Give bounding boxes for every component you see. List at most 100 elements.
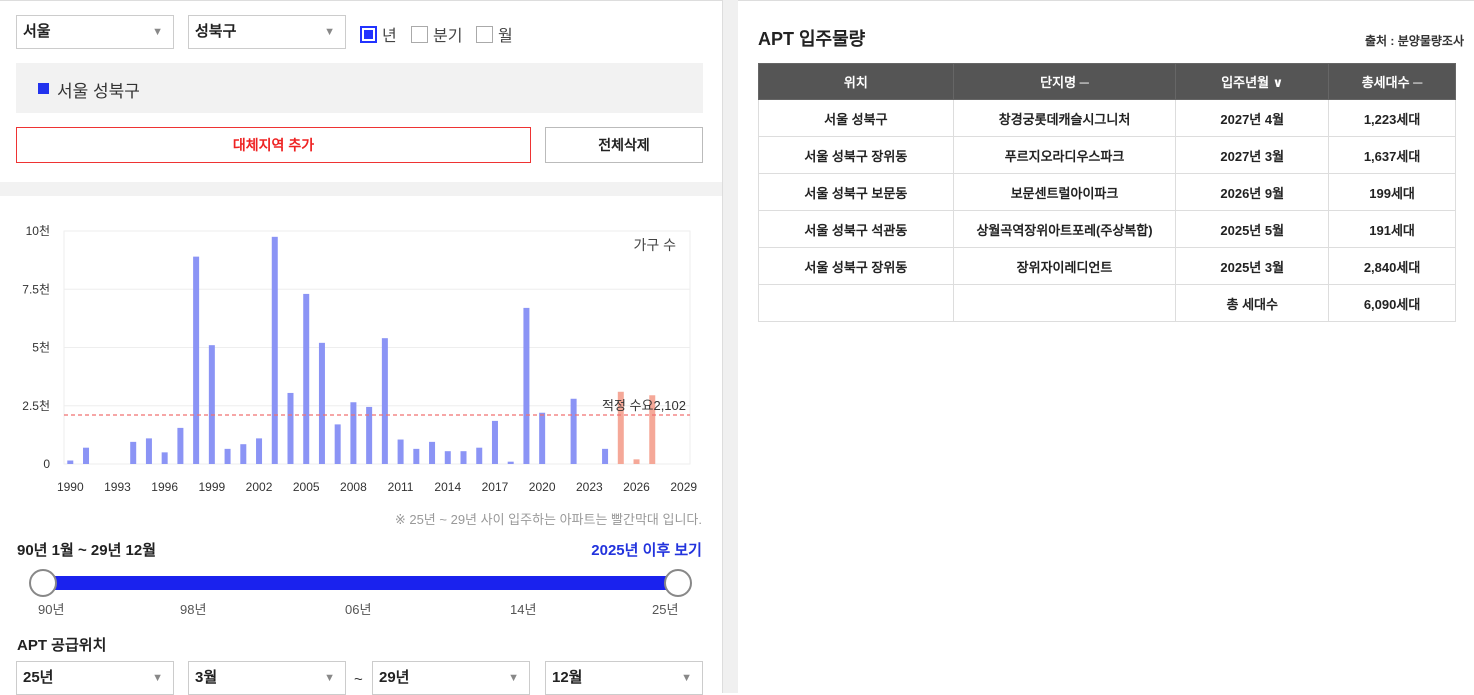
from-month-select[interactable]: 3월 ▼ bbox=[188, 661, 346, 695]
bar bbox=[444, 451, 451, 464]
bar bbox=[240, 444, 247, 464]
chevron-down-icon: ▼ bbox=[681, 672, 692, 684]
from-year-value: 25년 bbox=[23, 669, 54, 686]
period-year-checkbox[interactable]: 년 bbox=[360, 22, 397, 46]
from-year-select[interactable]: 25년 ▼ bbox=[16, 661, 174, 695]
cell-empty bbox=[952, 284, 1177, 322]
header-move-in-date[interactable]: 입주년월 ∨ bbox=[1175, 63, 1330, 100]
bar bbox=[67, 460, 74, 464]
cell-location: 서울 성북구 장위동 bbox=[758, 247, 954, 285]
city-select[interactable]: 서울 ▼ bbox=[16, 15, 174, 49]
bar bbox=[83, 447, 90, 464]
slider-tick: 90년 bbox=[38, 602, 65, 617]
cell-move-in-date: 2027년 3월 bbox=[1175, 136, 1330, 174]
x-tick-label: 1990 bbox=[57, 480, 84, 494]
bar bbox=[476, 447, 483, 464]
chevron-down-icon: ▼ bbox=[152, 26, 163, 38]
table-header-row: 위치 단지명 ─ 입주년월 ∨ 총세대수 ─ bbox=[758, 63, 1456, 100]
delete-all-button[interactable]: 전체삭제 bbox=[545, 127, 703, 163]
table-row[interactable]: 서울 성북구 장위동 장위자이레디언트 2025년 3월 2,840세대 bbox=[758, 247, 1456, 285]
cell-empty bbox=[758, 284, 954, 322]
district-select[interactable]: 성북구 ▼ bbox=[188, 15, 346, 49]
cell-total-label: 총 세대수 bbox=[1175, 284, 1330, 322]
period-month-label: 월 bbox=[498, 28, 513, 45]
cell-location: 서울 성북구 보문동 bbox=[758, 173, 954, 211]
header-complex-name[interactable]: 단지명 ─ bbox=[952, 63, 1177, 100]
cell-households: 199세대 bbox=[1328, 173, 1456, 211]
period-year-label: 년 bbox=[382, 28, 397, 45]
cell-households: 1,223세대 bbox=[1328, 99, 1456, 137]
x-tick-label: 1993 bbox=[104, 480, 131, 494]
to-year-select[interactable]: 29년 ▼ bbox=[372, 661, 530, 695]
x-tick-label: 2002 bbox=[246, 480, 273, 494]
table-row[interactable]: 서울 성북구 석관동 상월곡역장위아트포레(주상복합) 2025년 5월 191… bbox=[758, 210, 1456, 248]
bar bbox=[507, 461, 514, 464]
chart-legend: 가구 수 bbox=[633, 237, 676, 253]
x-tick-label: 1996 bbox=[151, 480, 178, 494]
bar bbox=[429, 441, 436, 464]
slider-tick: 06년 bbox=[345, 602, 372, 617]
y-tick-label: 7.5천 bbox=[22, 281, 50, 296]
bar bbox=[334, 424, 341, 464]
slider-start-handle[interactable] bbox=[29, 569, 57, 597]
view-after-2025-link[interactable]: 2025년 이후 보기 bbox=[591, 539, 702, 560]
bar bbox=[271, 236, 278, 464]
cell-complex-name: 보문센트럴아이파크 bbox=[952, 173, 1177, 211]
chevron-down-icon: ▼ bbox=[324, 672, 335, 684]
period-quarter-checkbox[interactable]: 분기 bbox=[411, 22, 462, 46]
cell-households: 191세대 bbox=[1328, 210, 1456, 248]
cell-complex-name: 상월곡역장위아트포레(주상복합) bbox=[952, 210, 1177, 248]
table-row[interactable]: 서울 성북구 창경궁롯데캐슬시그니처 2027년 4월 1,223세대 bbox=[758, 99, 1456, 137]
cell-complex-name: 장위자이레디언트 bbox=[952, 247, 1177, 285]
y-tick-label: 10천 bbox=[26, 223, 50, 238]
bar bbox=[570, 398, 577, 464]
x-tick-label: 2020 bbox=[529, 480, 556, 494]
bar bbox=[130, 441, 137, 464]
cell-households: 2,840세대 bbox=[1328, 247, 1456, 285]
bar bbox=[523, 307, 530, 464]
bar bbox=[303, 293, 310, 464]
left-panel: 서울 ▼ 성북구 ▼ 년 분기 월 서울 성북구 대체지역 추가 전체삭제 0 2… bbox=[0, 0, 722, 695]
slider-end-handle[interactable] bbox=[664, 569, 692, 597]
checkbox-icon bbox=[411, 25, 428, 43]
panel-divider bbox=[722, 0, 738, 693]
slider-tick: 14년 bbox=[510, 602, 537, 617]
data-source: 출처 : 분양물량조사 bbox=[1365, 34, 1464, 48]
bar bbox=[413, 448, 420, 464]
period-month-checkbox[interactable]: 월 bbox=[476, 22, 513, 46]
bar bbox=[602, 448, 609, 464]
region-color-swatch bbox=[38, 83, 49, 94]
bar bbox=[161, 452, 168, 464]
header-location[interactable]: 위치 bbox=[758, 63, 954, 100]
to-month-select[interactable]: 12월 ▼ bbox=[545, 661, 703, 695]
cell-location: 서울 성북구 bbox=[758, 99, 954, 137]
bar bbox=[460, 451, 467, 464]
bar bbox=[491, 420, 498, 464]
table-row[interactable]: 서울 성북구 보문동 보문센트럴아이파크 2026년 9월 199세대 bbox=[758, 173, 1456, 211]
district-select-value: 성북구 bbox=[195, 23, 237, 40]
bar bbox=[381, 338, 388, 464]
city-select-value: 서울 bbox=[23, 23, 51, 40]
cell-move-in-date: 2025년 3월 bbox=[1175, 247, 1330, 285]
bar bbox=[350, 402, 357, 464]
table-row[interactable]: 서울 성북구 장위동 푸르지오라디우스파크 2027년 3월 1,637세대 bbox=[758, 136, 1456, 174]
chevron-down-icon: ▼ bbox=[508, 672, 519, 684]
selected-region-box: 서울 성북구 bbox=[16, 63, 703, 113]
header-total-households[interactable]: 총세대수 ─ bbox=[1328, 63, 1456, 100]
y-tick-label: 0 bbox=[43, 457, 50, 471]
to-year-value: 29년 bbox=[379, 669, 410, 686]
chart-note: ※ 25년 ~ 29년 사이 입주하는 아파트는 빨간막대 입니다. bbox=[394, 512, 702, 527]
cell-location: 서울 성북구 장위동 bbox=[758, 136, 954, 174]
cell-households: 1,637세대 bbox=[1328, 136, 1456, 174]
slider-tick: 98년 bbox=[180, 602, 207, 617]
period-slider-track[interactable] bbox=[42, 576, 678, 590]
checkbox-icon bbox=[476, 25, 493, 43]
x-tick-label: 1999 bbox=[198, 480, 225, 494]
x-tick-label: 2005 bbox=[293, 480, 320, 494]
range-title: 90년 1월 ~ 29년 12월 bbox=[17, 542, 157, 559]
bar bbox=[193, 256, 200, 464]
add-region-button[interactable]: 대체지역 추가 bbox=[16, 127, 531, 163]
cell-complex-name: 창경궁롯데캐슬시그니처 bbox=[952, 99, 1177, 137]
apt-supply-table: 위치 단지명 ─ 입주년월 ∨ 총세대수 ─ 서울 성북구 창경궁롯데캐슬시그니… bbox=[758, 63, 1456, 322]
bar bbox=[397, 439, 404, 464]
